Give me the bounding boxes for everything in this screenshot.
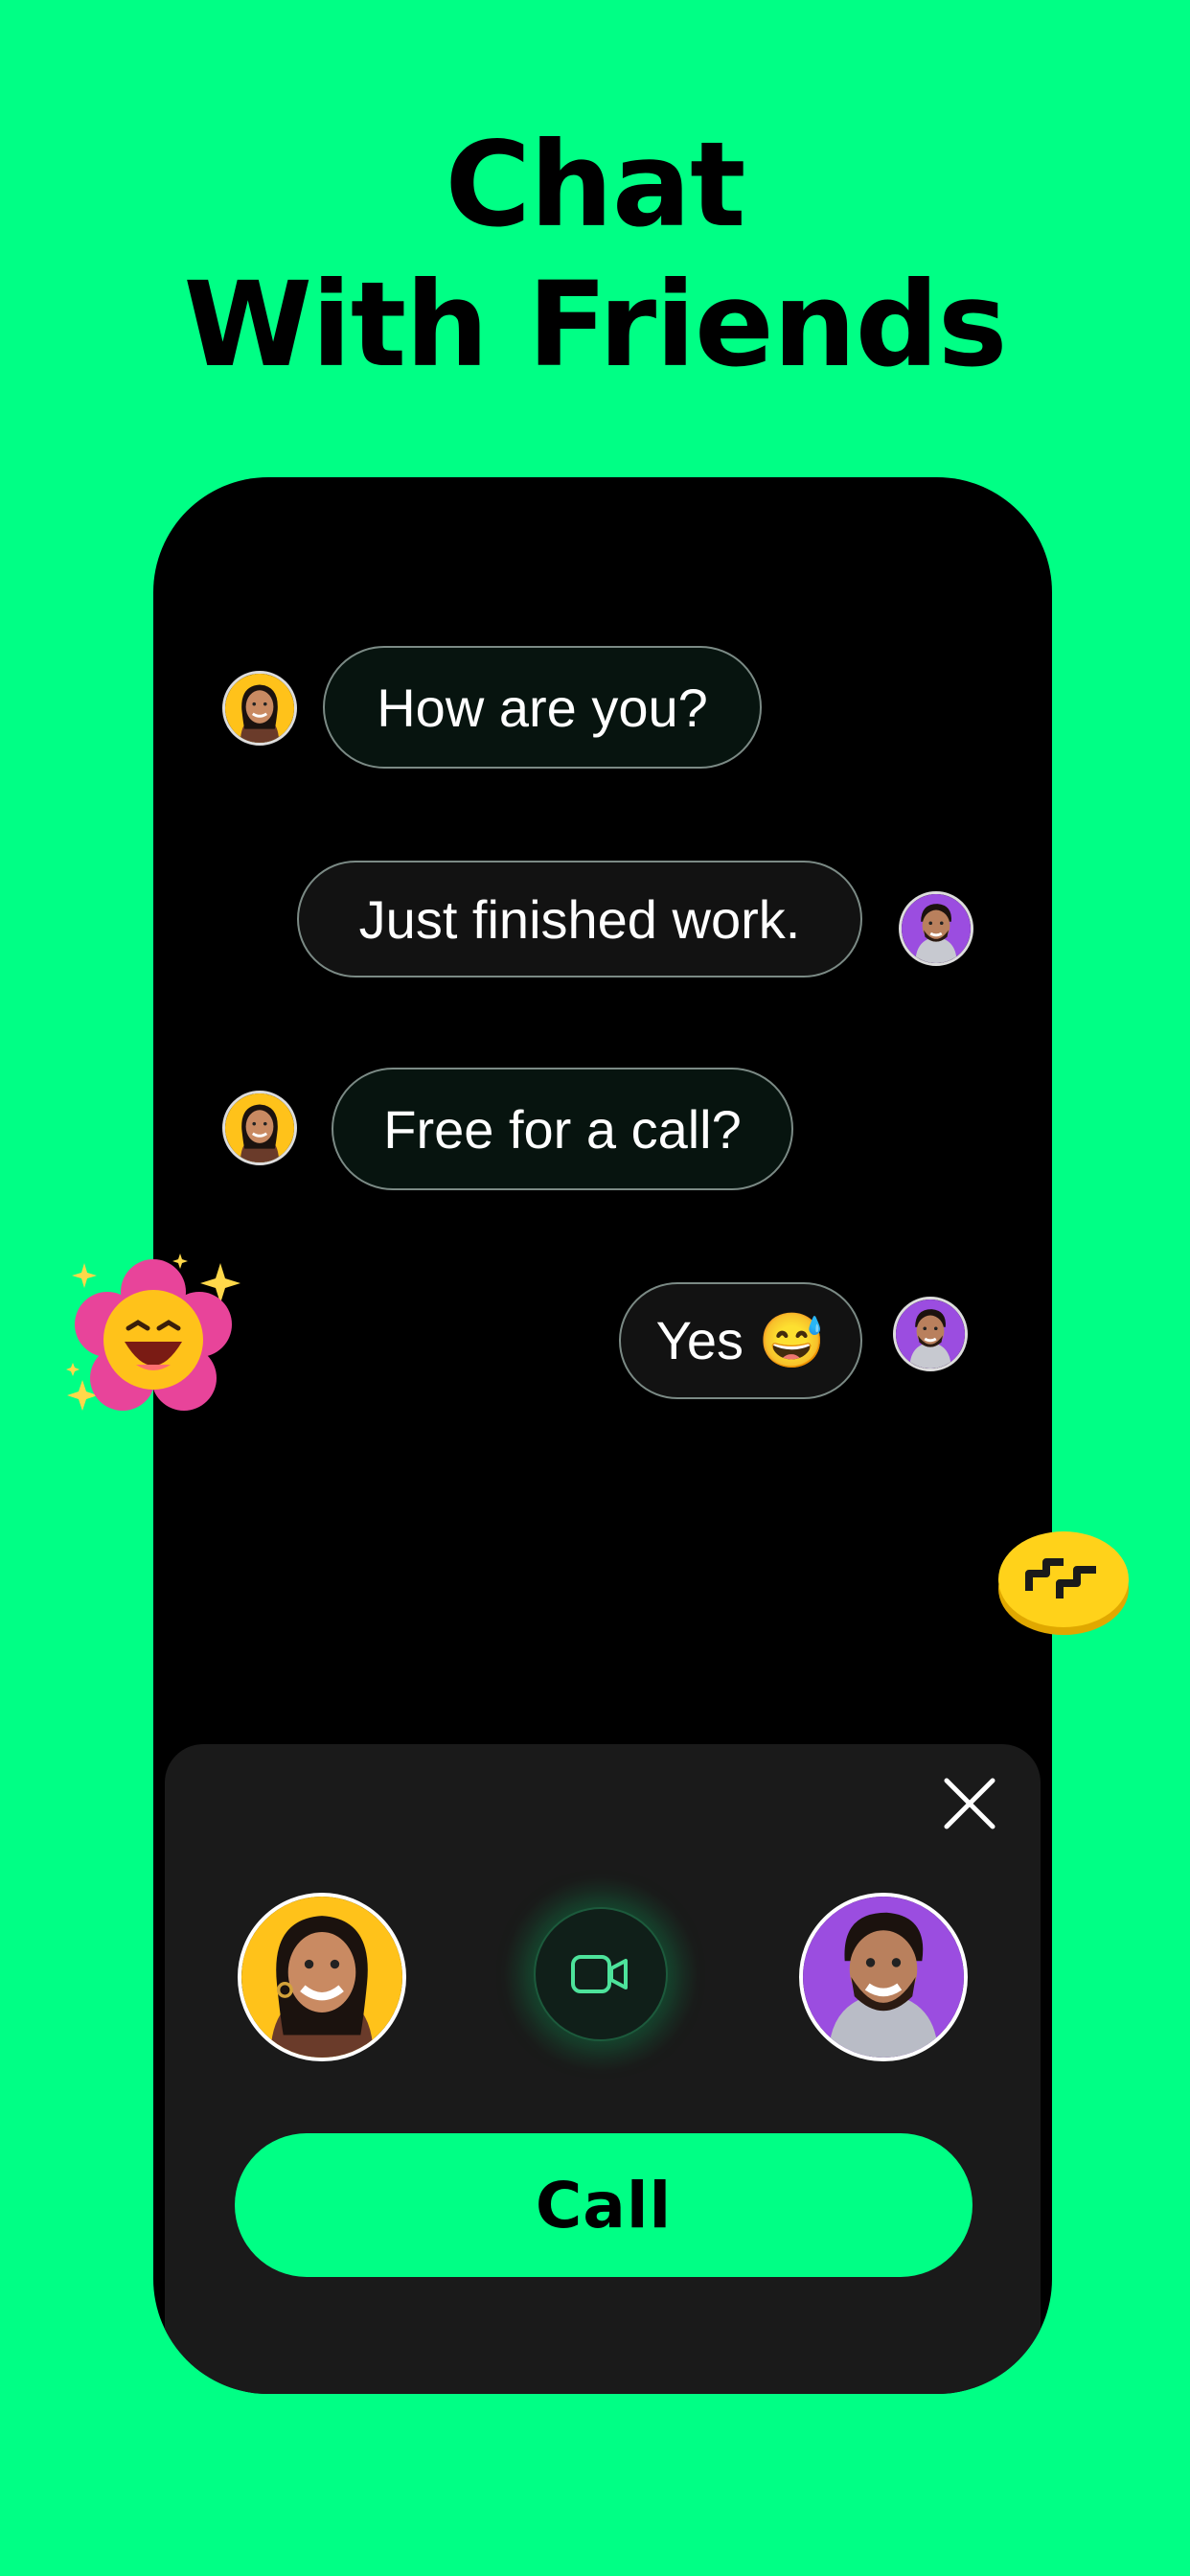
headline: Chat With Friends (0, 115, 1190, 395)
message-text-3: Free for a call? (383, 1098, 742, 1160)
caller-avatar-female (238, 1893, 406, 2061)
phone-frame: How are you? Just finished work. Free fo… (153, 477, 1052, 2394)
message-text-1: How are you? (377, 677, 708, 738)
avatar-female (222, 1091, 297, 1165)
avatar-female (222, 671, 297, 746)
message-bubble-3: Free for a call? (332, 1068, 793, 1190)
video-call-ring (505, 1878, 697, 2070)
avatar-male (899, 891, 973, 966)
message-text-2: Just finished work. (358, 888, 801, 950)
call-button[interactable]: Call (235, 2133, 973, 2277)
message-bubble-1: How are you? (323, 646, 762, 769)
message-bubble-4: Yes 😅 (619, 1282, 862, 1399)
video-call-button[interactable] (534, 1907, 668, 2041)
close-icon (944, 1778, 995, 1829)
laughing-flower-sticker (57, 1246, 249, 1428)
caller-avatar-male (799, 1893, 968, 2061)
coin-sticker (996, 1524, 1131, 1639)
message-bubble-2: Just finished work. (297, 861, 862, 978)
headline-line-1: Chat (445, 117, 745, 253)
call-sheet: Call (165, 1744, 1041, 2394)
video-camera-icon (571, 1955, 628, 1993)
message-text-4: Yes 😅 (655, 1310, 826, 1370)
avatar-male (893, 1297, 968, 1371)
headline-line-2: With Friends (183, 257, 1007, 393)
close-button[interactable] (937, 1771, 1002, 1836)
